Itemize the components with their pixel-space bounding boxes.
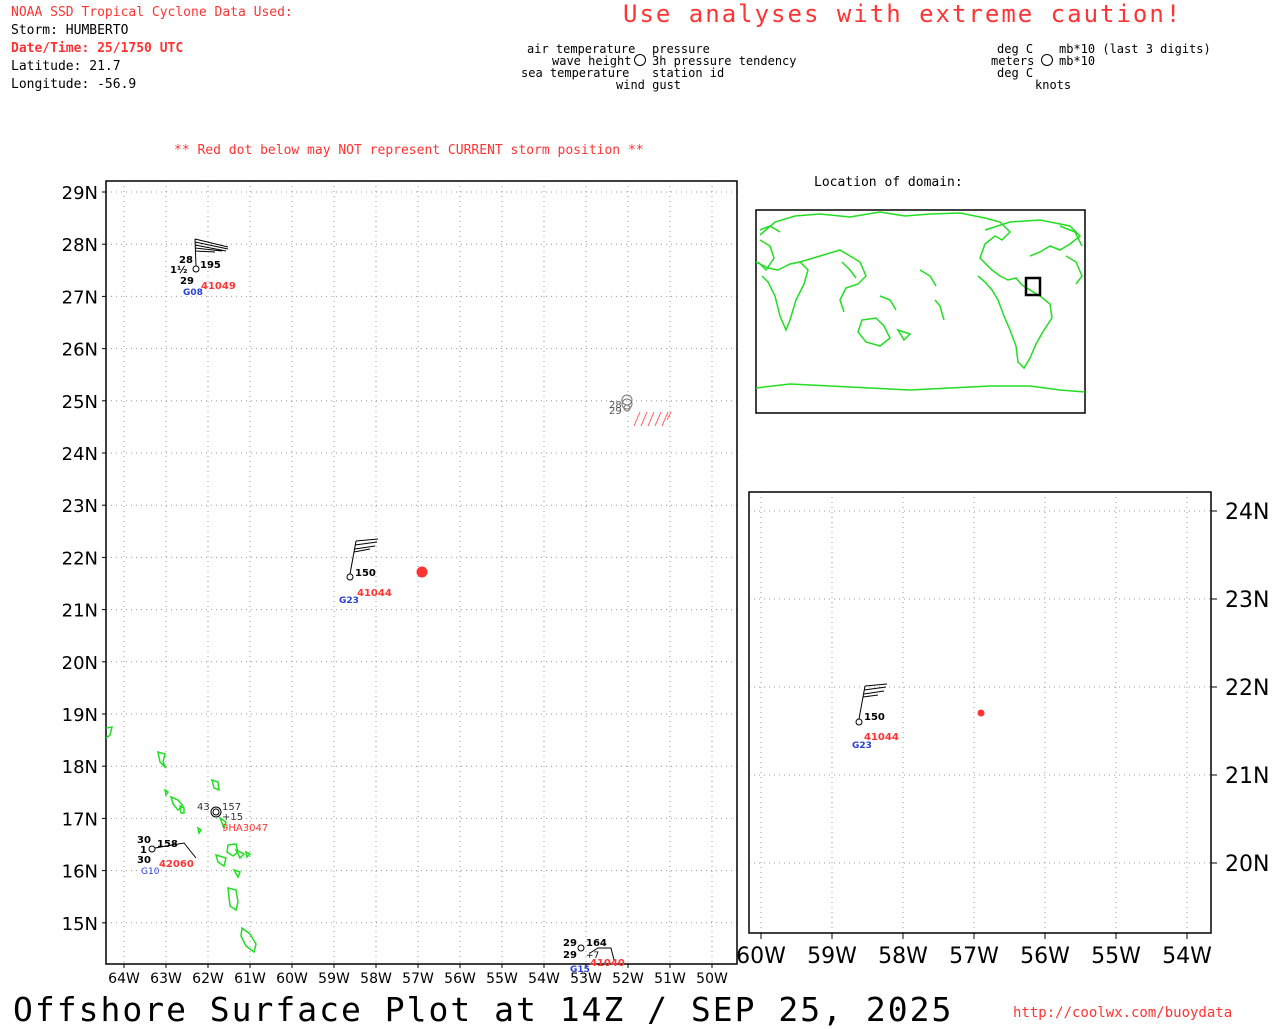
station-plot-41049: 28 195 1½ 29 41049 G08: [170, 238, 236, 298]
lon-tick-label: 50W: [696, 971, 728, 987]
lon-tick-label: 61W: [234, 971, 266, 987]
lat-tick-label: 20N: [1225, 852, 1269, 877]
zoom-lon-axis: 60W 59W 58W 57W 56W 55W 54W: [736, 933, 1212, 969]
lat-tick-label: 21N: [1225, 764, 1269, 789]
wind-gust: G10: [141, 867, 160, 877]
inset-title: Location of domain:: [814, 175, 963, 190]
pressure: 195: [200, 260, 221, 271]
lon-tick-label: 58W: [878, 944, 928, 969]
pressure: 150: [355, 568, 376, 579]
lon-tick-label: 60W: [736, 944, 786, 969]
station-plot-41044: 150 41044 G23: [339, 538, 392, 606]
lat-tick-label: 22N: [62, 548, 98, 569]
lat-tick-label: 23N: [62, 496, 98, 517]
inset-world-map: [755, 209, 1086, 414]
air-temp: 43: [197, 802, 210, 813]
lat-tick-label: 25N: [62, 392, 98, 413]
sea-temp: 29: [180, 276, 194, 287]
lat-tick-label: 24N: [62, 444, 98, 465]
plot-title: Offshore Surface Plot at 14Z / SEP 25, 2…: [13, 990, 954, 1029]
lon-tick-label: 57W: [949, 944, 999, 969]
lat-tick-label: 29N: [62, 183, 98, 204]
lon-tick-label: 59W: [318, 971, 350, 987]
station-marker: [346, 573, 354, 581]
lon-tick-label: 56W: [1020, 944, 1070, 969]
lon-tick-label: 60W: [276, 971, 308, 987]
wind-gust: G15: [570, 965, 590, 975]
lat-tick-label: 22N: [1225, 676, 1269, 701]
station-id: 41040: [590, 958, 625, 969]
air-temp: 29: [563, 938, 577, 949]
lon-tick-label: 51W: [654, 971, 686, 987]
main-lon-axis: 64W 63W 62W 61W 60W 59W 58W 57W 56W 55W 54W 53W 52W 5…: [108, 964, 728, 987]
lon-tick-label: 64W: [108, 971, 140, 987]
lon-tick-label: 52W: [612, 971, 644, 987]
lat-tick-label: 20N: [62, 653, 98, 674]
pressure: 150: [864, 712, 885, 723]
station-id: 41044: [357, 588, 392, 599]
lon-tick-label: 56W: [444, 971, 476, 987]
lat-tick-label: 16N: [62, 862, 98, 883]
wind-gust: G23: [339, 596, 359, 606]
lat-tick-label: 27N: [62, 287, 98, 308]
storm-position-marker: [416, 566, 428, 578]
lon-tick-label: 57W: [402, 971, 434, 987]
lon-tick-label: 55W: [486, 971, 518, 987]
lon-tick-label: 58W: [360, 971, 392, 987]
lat-tick-label: 19N: [62, 705, 98, 726]
pressure: 164: [586, 938, 607, 949]
station-id: 42060: [159, 859, 194, 870]
lat-tick-label: 15N: [62, 914, 98, 935]
lat-tick-label: 21N: [62, 601, 98, 622]
pressure-tendency: +15: [222, 812, 243, 823]
hatch-marks-icon: [633, 411, 672, 427]
island-coastlines: [105, 726, 257, 954]
zoom-station-plot-41044: 150 41044 G23: [852, 683, 899, 751]
lat-tick-label: 28N: [62, 235, 98, 256]
station-id: 41049: [201, 281, 236, 292]
lon-tick-label: 54W: [1162, 944, 1212, 969]
zoom-storm-marker: [977, 709, 985, 717]
lat-tick-label: 24N: [1225, 500, 1269, 525]
lat-tick-label: 17N: [62, 809, 98, 830]
wave-height: 1½: [170, 265, 187, 276]
zoom-lat-axis: 24N 23N 22N 21N 20N: [1211, 500, 1269, 877]
lon-tick-label: 55W: [1091, 944, 1141, 969]
station-marker: [192, 265, 200, 273]
station-id: 9HA3047: [222, 823, 268, 834]
main-map: 29N 28N 27N 26N 25N 24N 23N 22N 21N 20N 19N 18N 17N 1…: [62, 175, 1270, 987]
lon-tick-label: 62W: [192, 971, 224, 987]
wind-gust: G08: [183, 288, 203, 298]
sea-temp: 29: [609, 406, 622, 417]
lat-tick-label: 26N: [62, 340, 98, 361]
station-plot-41040: 29 164 29 +7 41040 G15: [563, 938, 625, 975]
wind-gust: G23: [852, 741, 872, 751]
lon-tick-label: 59W: [807, 944, 857, 969]
main-lat-axis: 29N 28N 27N 26N 25N 24N 23N 22N 21N 20N 19N 18N 17N 1…: [62, 183, 106, 935]
station-plot-9HA3047: 43 157 +15 9HA3047: [197, 802, 268, 834]
station-plot-east: 28 29: [609, 394, 672, 427]
sea-temp: 30: [137, 855, 151, 866]
lon-tick-label: 63W: [150, 971, 182, 987]
pressure: 158: [157, 839, 178, 850]
sea-temp: 29: [563, 950, 577, 961]
source-url[interactable]: http://coolwx.com/buoydata: [1013, 1005, 1232, 1021]
lat-tick-label: 18N: [62, 757, 98, 778]
lon-tick-label: 54W: [528, 971, 560, 987]
lat-tick-label: 23N: [1225, 588, 1269, 613]
